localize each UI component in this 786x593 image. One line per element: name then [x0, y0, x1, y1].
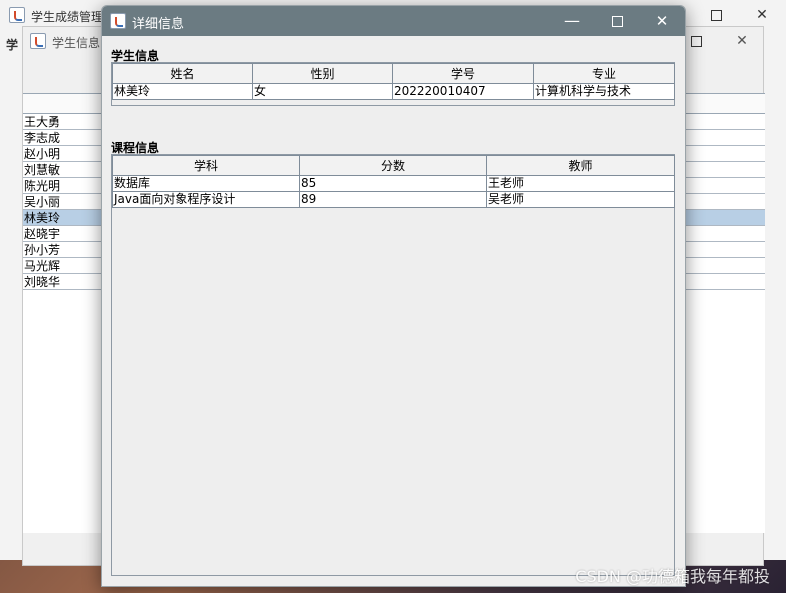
main-window-label: 学 [6, 38, 19, 52]
table-cell[interactable]: 数据库 [112, 175, 300, 192]
table-cell[interactable]: 89 [299, 191, 487, 208]
table-cell[interactable]: Java面向对象程序设计 [112, 191, 300, 208]
java-app-icon [110, 13, 126, 29]
column-header[interactable]: 学号 [392, 63, 534, 84]
column-header[interactable]: 学科 [112, 155, 300, 176]
table-cell[interactable]: 202220010407 [392, 83, 534, 100]
table-row[interactable]: Java面向对象程序设计 89 吴老师 [112, 191, 675, 208]
course-info-panel: 学科 分数 教师 数据库 85 王老师 Java面向对象程序设计 89 吴老师 [111, 154, 675, 576]
java-app-icon [30, 33, 46, 49]
table-row[interactable]: 数据库 85 王老师 [112, 175, 675, 192]
course-info-body: 数据库 85 王老师 Java面向对象程序设计 89 吴老师 [112, 175, 675, 208]
table-row[interactable]: 林美玲女 202220010407 计算机科学与技术 [112, 83, 675, 100]
detail-dialog-titlebar[interactable]: 详细信息 — ✕ [102, 6, 685, 36]
column-header[interactable]: 分数 [299, 155, 487, 176]
close-icon[interactable]: ✕ [727, 29, 757, 53]
maximize-icon[interactable] [701, 3, 731, 27]
table-cell[interactable]: 计算机科学与技术 [533, 83, 675, 100]
table-cell[interactable]: 女 [252, 83, 393, 100]
close-icon[interactable]: ✕ [747, 3, 777, 27]
table-cell[interactable]: 85 [299, 175, 487, 192]
student-info-panel: 姓名 性别 学号 专业 林美玲女 202220010407 计算机科学与技术 [111, 62, 675, 106]
student-info-table: 姓名 性别 学号 专业 林美玲女 202220010407 计算机科学与技术 [112, 63, 675, 100]
detail-dialog-title: 详细信息 [132, 17, 185, 32]
column-header[interactable]: 姓名 [112, 63, 253, 84]
java-app-icon [9, 7, 25, 23]
column-header[interactable]: 教师 [486, 155, 675, 176]
table-cell[interactable]: 王老师 [486, 175, 675, 192]
maximize-icon[interactable] [602, 9, 632, 33]
watermark: CSDN @功德箱我每年都投 [575, 567, 770, 586]
student-info-header-row: 姓名 性别 学号 专业 [112, 63, 675, 84]
main-window-title: 学生成绩管理 [31, 10, 104, 24]
detail-dialog: 详细信息 — ✕ 学生信息 姓名 性别 学号 专业 林美玲女 202220010407 计… [101, 5, 686, 587]
course-info-table: 学科 分数 教师 数据库 85 王老师 Java面向对象程序设计 89 吴老师 [112, 155, 675, 208]
course-info-header-row: 学科 分数 教师 [112, 155, 675, 176]
minimize-icon[interactable]: — [557, 9, 587, 33]
close-icon[interactable]: ✕ [647, 9, 677, 33]
column-header[interactable]: 专业 [533, 63, 675, 84]
table-cell[interactable]: 吴老师 [486, 191, 675, 208]
table-cell[interactable]: 林美玲 [112, 83, 253, 100]
student-list-title: 学生信息 [52, 36, 101, 50]
column-header[interactable]: 性别 [252, 63, 393, 84]
